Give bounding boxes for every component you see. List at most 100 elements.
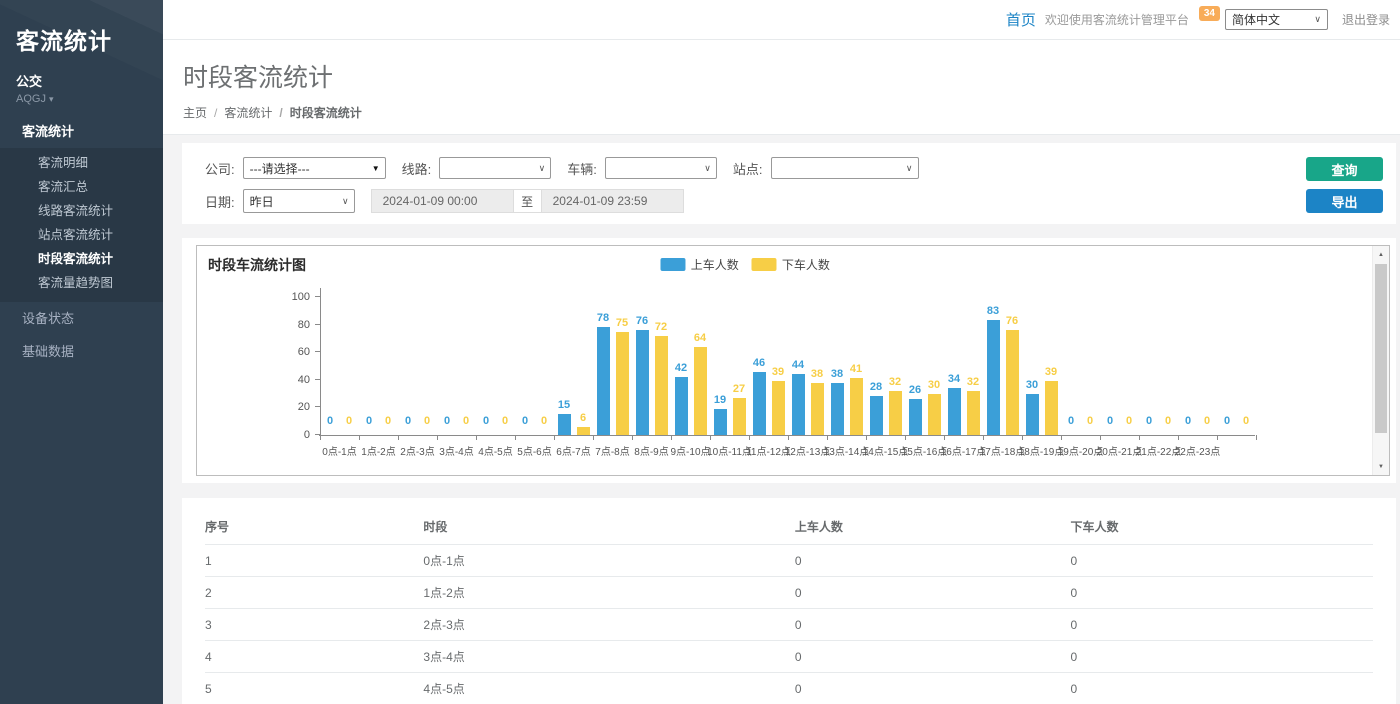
sidebar-section-基础数据[interactable]: 基础数据 bbox=[0, 335, 163, 368]
scrollbar-thumb[interactable] bbox=[1375, 264, 1387, 433]
bar-value-label: 0 bbox=[1146, 415, 1152, 427]
scroll-down-icon[interactable]: ▼ bbox=[1373, 459, 1389, 474]
content: 公司: ---请选择--- ▼ 线路: ∨ 车辆: bbox=[163, 135, 1400, 704]
date-preset-select[interactable]: 昨日 ∨ bbox=[243, 189, 355, 213]
bar-上车人数 bbox=[714, 409, 727, 435]
chevron-down-icon: ∨ bbox=[906, 163, 913, 174]
x-tick bbox=[1061, 435, 1062, 440]
bar-value-label: 76 bbox=[636, 315, 648, 327]
x-tick bbox=[632, 435, 633, 440]
bar-value-label: 72 bbox=[655, 321, 667, 333]
x-tick bbox=[710, 435, 711, 440]
sidebar-section-客流统计[interactable]: 客流统计 bbox=[0, 115, 163, 148]
company-select-value: ---请选择--- bbox=[250, 160, 310, 177]
bar-value-label: 0 bbox=[502, 415, 508, 427]
x-tick bbox=[320, 435, 321, 440]
x-tick-label: 3点-4点 bbox=[439, 443, 473, 458]
x-tick-label: 2点-3点 bbox=[400, 443, 434, 458]
page-title: 时段客流统计 bbox=[183, 58, 1400, 94]
table-cell: 1点-2点 bbox=[423, 577, 794, 609]
sidebar-item-线路客流统计[interactable]: 线路客流统计 bbox=[0, 199, 163, 223]
company-select[interactable]: ---请选择--- ▼ bbox=[243, 157, 386, 179]
notification-badge[interactable]: 34 bbox=[1199, 6, 1220, 21]
line-select[interactable]: ∨ bbox=[439, 157, 551, 179]
breadcrumb-link[interactable]: 客流统计 bbox=[207, 106, 272, 120]
x-tick-label: 6点-7点 bbox=[556, 443, 590, 458]
legend-item-上车人数[interactable]: 上车人数 bbox=[661, 256, 739, 273]
y-tick bbox=[315, 296, 320, 297]
station-select[interactable]: ∨ bbox=[771, 157, 919, 179]
sidebar-profile: 客流统计 公交 AQGJ▾ bbox=[0, 0, 163, 115]
bar-value-label: 34 bbox=[948, 373, 960, 385]
bar-value-label: 32 bbox=[889, 376, 901, 388]
filter-panel: 公司: ---请选择--- ▼ 线路: ∨ 车辆: bbox=[182, 143, 1396, 224]
bar-下车人数 bbox=[850, 378, 863, 435]
app-logo: 客流统计 bbox=[16, 22, 147, 56]
bar-value-label: 39 bbox=[772, 366, 784, 378]
bar-上车人数 bbox=[909, 399, 922, 435]
bar-上车人数 bbox=[831, 383, 844, 435]
legend-item-下车人数[interactable]: 下车人数 bbox=[752, 256, 830, 273]
table-cell: 0 bbox=[795, 577, 1071, 609]
chevron-down-icon: ∨ bbox=[704, 163, 711, 174]
filter-line: 线路: ∨ bbox=[402, 157, 552, 179]
date-end-input[interactable]: 2024-01-09 23:59 bbox=[541, 189, 684, 213]
y-tick-label: 0 bbox=[282, 429, 310, 441]
table-cell: 0 bbox=[795, 609, 1071, 641]
date-range-separator: 至 bbox=[514, 189, 541, 213]
logout-link[interactable]: 退出登录 bbox=[1342, 11, 1390, 28]
date-preset-value: 昨日 bbox=[250, 193, 274, 210]
topbar: 首页 欢迎使用客流统计管理平台 34 简体中文 ∨ 退出登录 bbox=[163, 0, 1400, 40]
table-cell: 0点-1点 bbox=[423, 545, 794, 577]
filter-station: 站点: ∨ bbox=[733, 157, 919, 179]
bar-value-label: 27 bbox=[733, 383, 745, 395]
bar-value-label: 30 bbox=[928, 379, 940, 391]
export-button[interactable]: 导出 bbox=[1306, 189, 1383, 213]
bar-value-label: 0 bbox=[444, 415, 450, 427]
x-tick bbox=[944, 435, 945, 440]
filter-company: 公司: ---请选择--- ▼ bbox=[205, 157, 386, 179]
language-select[interactable]: 简体中文 ∨ bbox=[1225, 9, 1328, 30]
sidebar-section-设备状态[interactable]: 设备状态 bbox=[0, 302, 163, 335]
filter-date: 日期: 昨日 ∨ bbox=[205, 189, 355, 213]
user-name: AQGJ bbox=[16, 93, 46, 105]
sidebar: 客流统计 公交 AQGJ▾ 客流统计客流明细客流汇总线路客流统计站点客流统计时段… bbox=[0, 0, 163, 704]
y-tick-label: 40 bbox=[282, 374, 310, 386]
bar-value-label: 76 bbox=[1006, 315, 1018, 327]
bar-value-label: 19 bbox=[714, 394, 726, 406]
date-start-input[interactable]: 2024-01-09 00:00 bbox=[371, 189, 514, 213]
table-cell: 0 bbox=[1070, 641, 1373, 673]
table-cell: 0 bbox=[1070, 577, 1373, 609]
bar-value-label: 0 bbox=[327, 415, 333, 427]
bar-value-label: 0 bbox=[541, 415, 547, 427]
bar-value-label: 0 bbox=[1126, 415, 1132, 427]
sidebar-item-客流明细[interactable]: 客流明细 bbox=[0, 151, 163, 175]
bar-下车人数 bbox=[577, 427, 590, 435]
y-tick-label: 20 bbox=[282, 401, 310, 413]
breadcrumb-link[interactable]: 主页 bbox=[183, 106, 207, 120]
y-tick bbox=[315, 379, 320, 380]
table-row: 21点-2点00 bbox=[205, 577, 1373, 609]
table-cell: 3点-4点 bbox=[423, 641, 794, 673]
x-tick-label: 1点-2点 bbox=[361, 443, 395, 458]
sidebar-item-客流量趋势图[interactable]: 客流量趋势图 bbox=[0, 271, 163, 295]
vehicle-select[interactable]: ∨ bbox=[605, 157, 717, 179]
bar-下车人数 bbox=[1045, 381, 1058, 435]
search-button[interactable]: 查询 bbox=[1306, 157, 1383, 181]
x-tick bbox=[437, 435, 438, 440]
table-body: 10点-1点0021点-2点0032点-3点0043点-4点0054点-5点00… bbox=[205, 545, 1373, 704]
sidebar-item-客流汇总[interactable]: 客流汇总 bbox=[0, 175, 163, 199]
sidebar-menu: 客流统计客流明细客流汇总线路客流统计站点客流统计时段客流统计客流量趋势图设备状态… bbox=[0, 115, 163, 368]
home-link[interactable]: 首页 bbox=[1006, 9, 1036, 30]
table-header-cell: 序号 bbox=[205, 510, 423, 545]
y-tick-label: 60 bbox=[282, 346, 310, 358]
scroll-up-icon[interactable]: ▲ bbox=[1373, 247, 1389, 262]
sidebar-item-时段客流统计[interactable]: 时段客流统计 bbox=[0, 247, 163, 271]
chevron-down-icon: ∨ bbox=[1314, 14, 1321, 25]
user-menu[interactable]: AQGJ▾ bbox=[16, 93, 147, 105]
table-row: 54点-5点00 bbox=[205, 673, 1373, 704]
bar-value-label: 39 bbox=[1045, 366, 1057, 378]
bar-value-label: 0 bbox=[405, 415, 411, 427]
sidebar-item-站点客流统计[interactable]: 站点客流统计 bbox=[0, 223, 163, 247]
x-tick bbox=[1256, 435, 1257, 440]
